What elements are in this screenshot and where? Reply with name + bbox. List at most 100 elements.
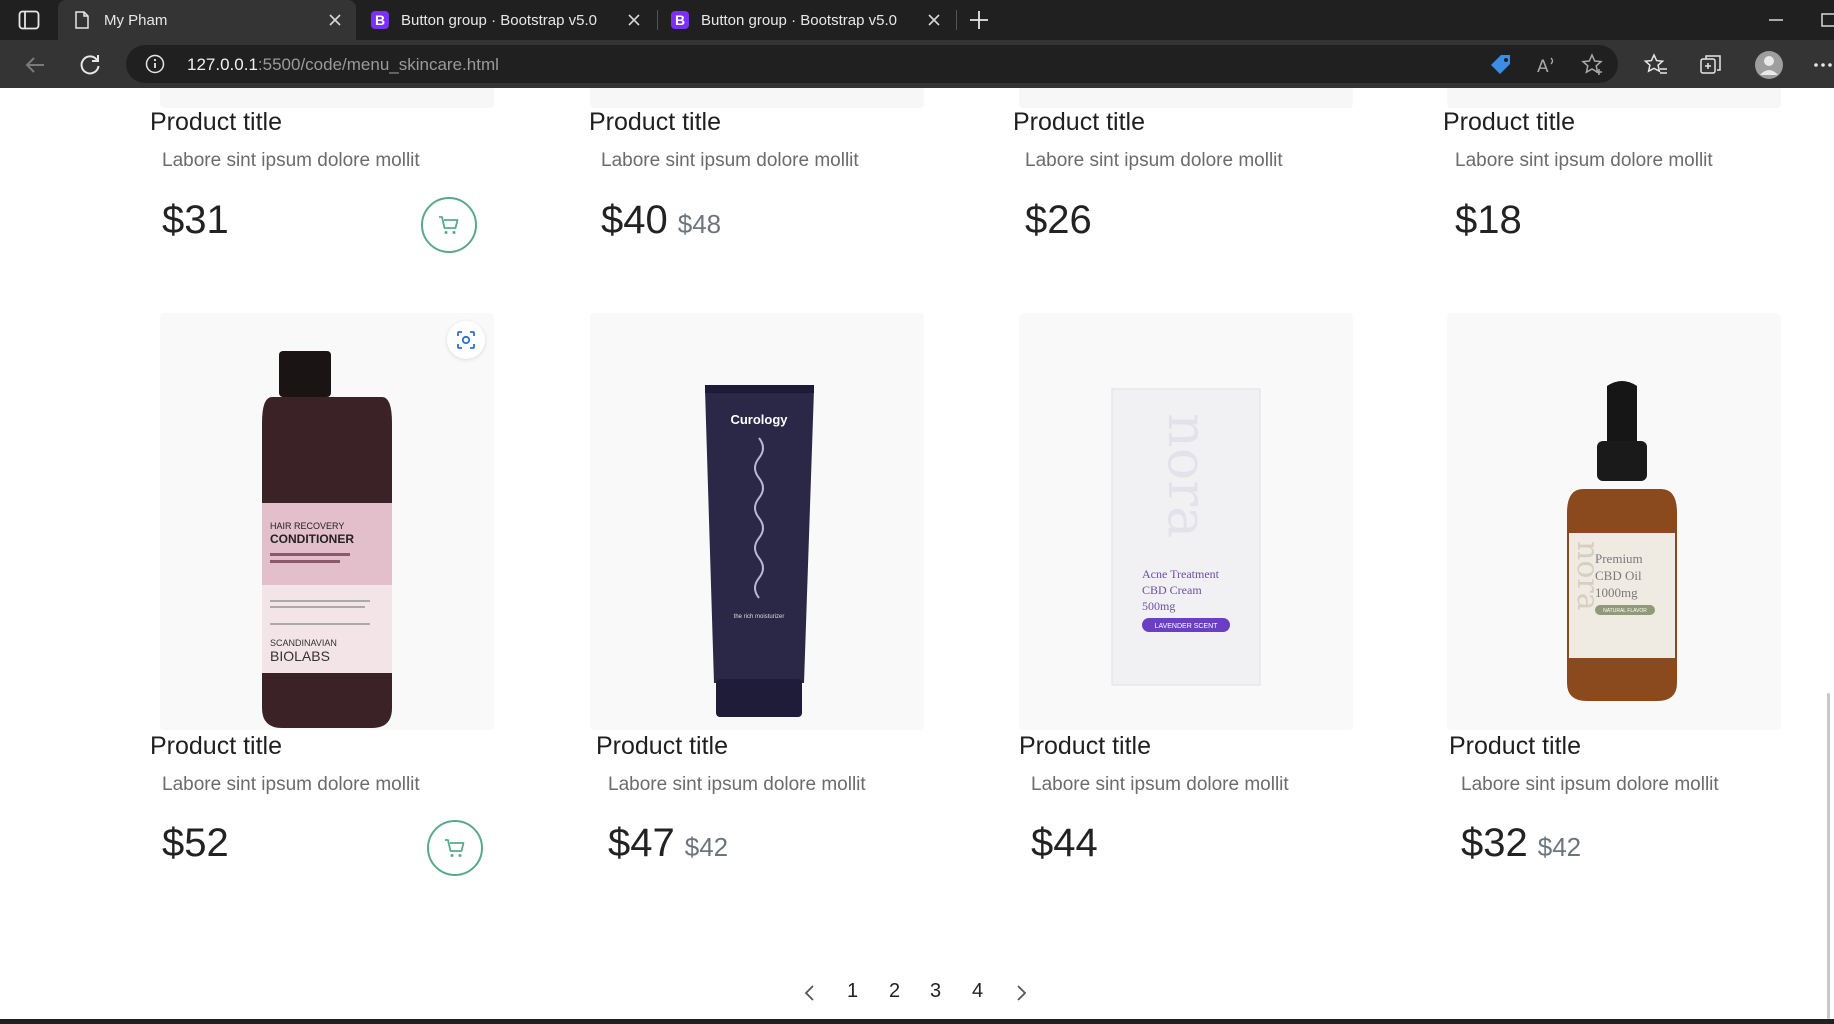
page-1-link[interactable]: 1 [847, 980, 858, 1003]
scrollbar-thumb[interactable] [1827, 693, 1830, 1019]
current-price: $18 [1455, 198, 1522, 242]
site-info-icon[interactable] [145, 54, 165, 74]
product-image[interactable]: nora Premium CBD Oil 1000mg NATURAL FLAV… [1447, 313, 1781, 730]
label-text: CBD Cream [1142, 583, 1202, 597]
label-text: nora [1156, 413, 1219, 538]
add-to-cart-button[interactable] [421, 197, 477, 253]
old-price: $42 [1537, 832, 1582, 862]
product-title[interactable]: Product title [596, 732, 728, 761]
label-text: the rich moisturizer [734, 614, 785, 620]
url-host: 127.0.0.1 [187, 55, 258, 74]
tab-button-group-2[interactable]: B Button group · Bootstrap v5.0 [657, 0, 955, 40]
label-text: NATURAL FLAVOR [1603, 608, 1647, 614]
current-price: $40 [601, 198, 668, 242]
product-description: Labore sint ipsum dolore mollit [1025, 150, 1283, 171]
refresh-icon[interactable] [77, 52, 103, 78]
product-image[interactable]: nora Acne Treatment CBD Cream 500mg LAVE… [1019, 313, 1353, 730]
bootstrap-icon: B [671, 11, 689, 29]
product-description: Labore sint ipsum dolore mollit [601, 150, 859, 171]
close-tab-icon[interactable] [925, 11, 943, 29]
product-description: Labore sint ipsum dolore mollit [162, 150, 420, 171]
label-text: Acne Treatment [1142, 567, 1220, 581]
chevron-right-icon[interactable] [1010, 982, 1032, 1004]
new-tab-icon[interactable] [967, 8, 991, 32]
page-scrollbar[interactable] [1818, 88, 1834, 1019]
page-content: Product title Labore sint ipsum dolore m… [0, 88, 1834, 1019]
document-icon [72, 10, 92, 30]
product-title[interactable]: Product title [1013, 108, 1145, 137]
product-description: Labore sint ipsum dolore mollit [608, 774, 866, 795]
favorites-icon[interactable] [1643, 52, 1669, 78]
tab-title: My Pham [104, 11, 168, 29]
label-text: CONDITIONER [270, 532, 354, 546]
page-2-link[interactable]: 2 [889, 980, 900, 1003]
label-text: LAVENDER SCENT [1155, 623, 1219, 630]
pagination: 1 2 3 4 [0, 980, 1834, 1016]
product-title[interactable]: Product title [1019, 732, 1151, 761]
maximize-icon[interactable] [1818, 8, 1834, 32]
tab-actions-icon[interactable] [18, 10, 40, 30]
page-3-link[interactable]: 3 [930, 980, 941, 1003]
product-price: $26 [1025, 198, 1092, 243]
product-title[interactable]: Product title [1449, 732, 1581, 761]
close-tab-icon[interactable] [625, 11, 643, 29]
product-title[interactable]: Product title [150, 108, 282, 137]
bootstrap-icon: B [371, 11, 389, 29]
minimize-icon[interactable] [1764, 8, 1788, 32]
product-image[interactable] [1019, 88, 1353, 108]
more-menu-icon[interactable] [1810, 52, 1834, 78]
close-tab-icon[interactable] [326, 11, 344, 29]
svg-text:A: A [1537, 57, 1549, 77]
tab-separator [956, 10, 957, 30]
current-price: $44 [1031, 821, 1098, 865]
profile-avatar-icon[interactable] [1754, 50, 1784, 80]
label-text: Premium [1595, 551, 1643, 566]
page-4-link[interactable]: 4 [972, 980, 983, 1003]
shopping-cart-icon [439, 216, 459, 234]
tab-title: Button group · Bootstrap v5.0 [701, 11, 897, 29]
oil-dropper-image: nora Premium CBD Oil 1000mg NATURAL FLAV… [1567, 381, 1677, 701]
product-image[interactable] [160, 88, 494, 108]
label-text: BIOLABS [270, 648, 330, 664]
current-price: $47 [608, 821, 675, 865]
label-text: 500mg [1142, 599, 1175, 613]
product-price: $40 $48 [601, 198, 721, 243]
label-text: Curology [730, 412, 788, 427]
old-price: $48 [677, 209, 722, 239]
url-path: :5500/code/menu_skincare.html [257, 55, 499, 74]
product-price: $18 [1455, 198, 1522, 243]
product-price: $44 [1031, 821, 1098, 866]
coupon-tag-icon[interactable] [1488, 52, 1514, 78]
url-text[interactable]: 127.0.0.1:5500/code/menu_skincare.html [187, 55, 499, 75]
read-aloud-icon[interactable]: A [1534, 52, 1560, 78]
product-description: Labore sint ipsum dolore mollit [1455, 150, 1713, 171]
product-price: $31 [162, 198, 229, 243]
cream-box-image: nora Acne Treatment CBD Cream 500mg LAVE… [1111, 388, 1261, 686]
tab-my-pham[interactable]: My Pham [58, 0, 356, 40]
product-title[interactable]: Product title [589, 108, 721, 137]
address-bar[interactable]: 127.0.0.1:5500/code/menu_skincare.html A [126, 45, 1618, 83]
label-text: CBD Oil [1595, 568, 1642, 583]
window-bottom-edge [0, 1019, 1834, 1024]
back-arrow-icon[interactable] [22, 52, 48, 78]
label-text: HAIR RECOVERY [270, 521, 344, 531]
collections-icon[interactable] [1698, 52, 1724, 78]
tab-title: Button group · Bootstrap v5.0 [401, 11, 597, 29]
product-title[interactable]: Product title [1443, 108, 1575, 137]
chevron-left-icon[interactable] [799, 982, 821, 1004]
product-image[interactable]: Curology the rich moisturizer [590, 313, 924, 730]
moisturizer-tube-image: Curology the rich moisturizer [705, 385, 814, 717]
visual-search-button[interactable] [447, 321, 485, 359]
add-favorite-icon[interactable] [1580, 52, 1606, 78]
label-text: SCANDINAVIAN [270, 638, 337, 648]
current-price: $52 [162, 821, 229, 865]
product-image[interactable] [590, 88, 924, 108]
current-price: $32 [1461, 821, 1528, 865]
product-image[interactable] [1447, 88, 1781, 108]
product-image[interactable]: HAIR RECOVERY CONDITIONER SCANDINAVIAN B… [160, 313, 494, 730]
add-to-cart-button[interactable] [427, 820, 483, 876]
tab-button-group-1[interactable]: B Button group · Bootstrap v5.0 [357, 0, 655, 40]
shopping-cart-icon [445, 839, 465, 857]
product-title[interactable]: Product title [150, 732, 282, 761]
current-price: $31 [162, 198, 229, 242]
